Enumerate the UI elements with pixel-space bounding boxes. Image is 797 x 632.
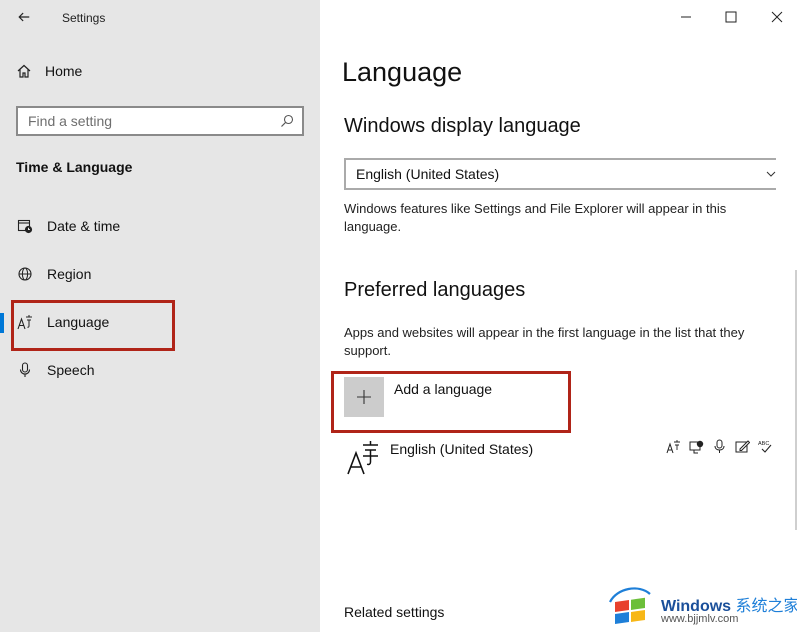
svg-text:ABC: ABC [758,441,769,447]
language-glyph-icon [347,441,378,475]
back-button[interactable] [14,8,34,26]
speech-icon [711,438,728,455]
spellcheck-icon: ABC [757,438,774,455]
language-name: English (United States) [390,441,534,457]
microphone-icon [16,361,34,379]
search-box[interactable] [16,106,304,136]
language-list-item[interactable]: English (United States) ABC [344,438,774,478]
chevron-down-icon [766,168,776,180]
main-content: Language Windows display language Englis… [320,0,797,632]
display-language-description: Windows features like Settings and File … [344,201,727,234]
close-icon [771,11,783,23]
watermark-url: www.bjjmlv.com [661,613,739,625]
text-to-speech-icon [688,438,705,455]
globe-icon [16,265,34,283]
close-button[interactable] [765,6,789,28]
home-icon [17,64,31,78]
language-features: ABC [665,438,774,455]
display-language-select[interactable]: English (United States) [344,158,776,190]
annotation-highlight-language [11,300,175,351]
maximize-button[interactable] [719,6,743,28]
sidebar-item-label: Region [47,266,92,282]
display-language-value: English (United States) [356,166,500,182]
preferred-languages-description: Apps and websites will appear in the fir… [344,325,745,358]
handwriting-icon [734,438,751,455]
annotation-highlight-add-language [331,371,571,433]
sidebar: Settings Home Time & Language Date & tim… [0,0,320,632]
home-label: Home [45,63,83,79]
minimize-button[interactable] [674,6,698,28]
window-title: Settings [62,11,106,25]
section-title: Time & Language [16,159,133,175]
watermark-brand-cn: 系统之家 [735,598,797,615]
display-language-icon [665,438,682,455]
sidebar-item-date-time[interactable]: Date & time [0,208,320,244]
minimize-icon [681,16,691,18]
sidebar-item-speech[interactable]: Speech [0,352,320,388]
related-settings-heading: Related settings [344,604,445,620]
display-language-heading: Windows display language [344,115,581,137]
search-icon[interactable] [280,114,294,128]
active-indicator [0,313,4,333]
sidebar-item-region[interactable]: Region [0,256,320,292]
back-arrow-icon [18,12,30,22]
page-title: Language [342,57,463,87]
sidebar-item-label: Speech [47,362,95,378]
home-link[interactable]: Home [16,63,82,79]
windows-logo-icon [609,587,651,624]
date-time-icon [16,217,34,235]
maximize-icon [725,11,737,23]
search-input[interactable] [18,108,268,134]
sidebar-item-label: Date & time [47,218,121,234]
preferred-languages-heading: Preferred languages [344,279,526,301]
watermark: Windows 系统之家 www.bjjmlv.com [607,580,797,632]
